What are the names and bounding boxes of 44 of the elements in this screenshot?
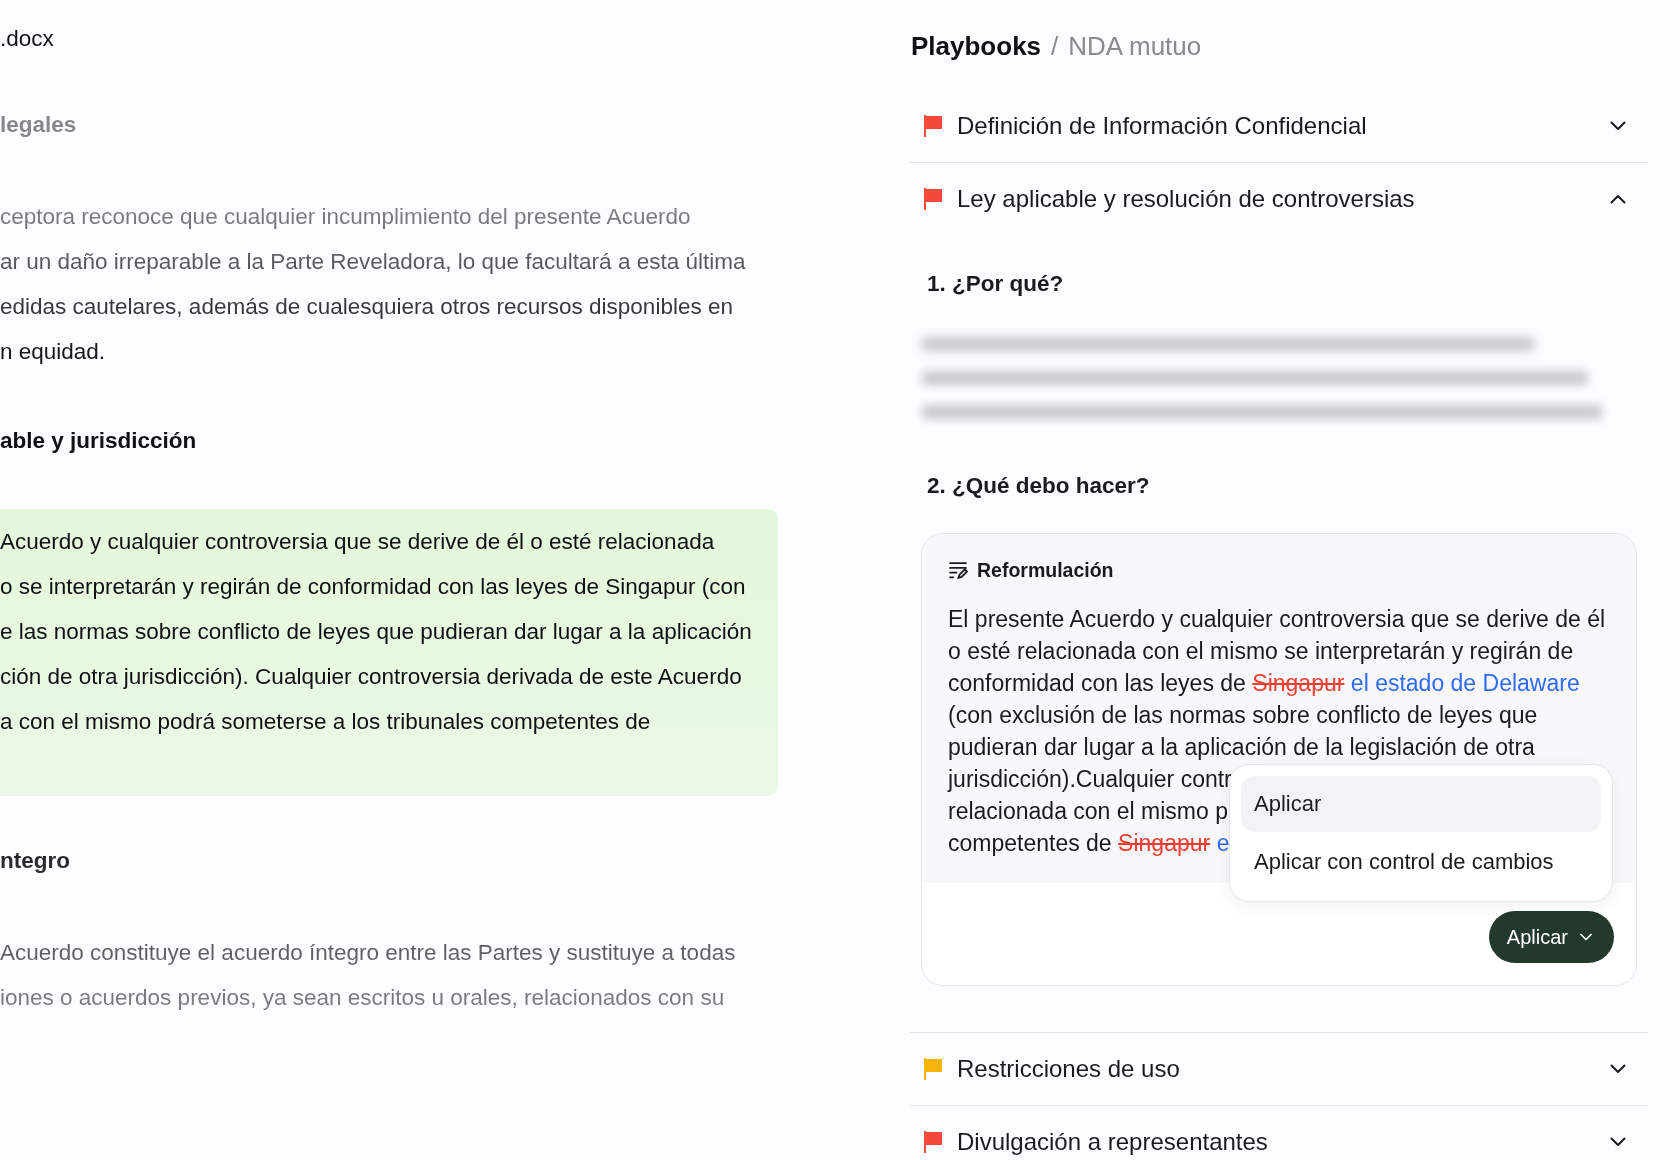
- chevron-up-icon: [1610, 194, 1626, 204]
- rewrite-line: (con exclusión de las normas sobre conflicto de leyes que: [948, 700, 1538, 730]
- document-line: o se interpretarán y regirán de conformidad con las leyes de Singapur (con: [0, 573, 746, 602]
- document-heading: legales: [0, 110, 78, 139]
- chevron-down-icon: [1610, 1063, 1626, 1074]
- document-line: Acuerdo y cualquier controversia que se derive de él o esté relacionada: [0, 528, 715, 557]
- clause-header[interactable]: Ley aplicable y resolución de controversias: [910, 163, 1648, 235]
- document-line: e las normas sobre conflicto de leyes que pudieran dar lugar a la aplicación: [0, 618, 752, 647]
- chevron-down-icon: [1610, 121, 1626, 131]
- clause-header[interactable]: Restricciones de uso: [910, 1032, 1648, 1105]
- document-line: n equidad.: [0, 337, 106, 366]
- document-line: ar un daño irreparable a la Parte Reveladora, lo que facultará a esta última: [0, 247, 746, 276]
- rewrite-line: competentes de Singapur e: [948, 828, 1230, 858]
- rewrite-line: jurisdicción).Cualquier contr: [948, 764, 1232, 794]
- rewrite-line: o esté relacionada con el mismo se interpretarán y regirán de: [948, 636, 1574, 666]
- rewrite-line: conformidad con las leyes de Singapur el estado de Delaware: [948, 668, 1580, 698]
- chevron-down-icon: [1610, 1136, 1626, 1147]
- card-label: Reformulación: [977, 557, 1114, 583]
- document-heading: able y jurisdicción: [0, 426, 198, 455]
- file-name: .docx: [0, 25, 55, 53]
- section-heading: 1. ¿Por qué?: [927, 270, 1065, 298]
- breadcrumb-link[interactable]: Playbooks: [911, 27, 1042, 66]
- clause-title: Definición de Información Confidencial: [957, 111, 1367, 141]
- document-line: edidas cautelares, además de cualesquiera otros recursos disponibles en: [0, 292, 733, 321]
- rewrite-line: El presente Acuerdo y cualquier controversia que se derive de él: [948, 604, 1606, 634]
- rewrite-line: pudieran dar lugar a la aplicación de la legislación de otra: [948, 732, 1535, 762]
- section-heading: 2. ¿Qué debo hacer?: [927, 471, 1151, 500]
- document-line: ción de otra jurisdicción). Cualquier controversia derivada de este Acuerdo: [0, 663, 742, 692]
- document-line: Acuerdo constituye el acuerdo íntegro entre las Partes y sustituye a todas: [0, 939, 736, 967]
- clause-title: Divulgación a representantes: [957, 1126, 1268, 1157]
- clause-title: Restricciones de uso: [957, 1053, 1180, 1084]
- document-heading: ntegro: [0, 847, 71, 876]
- clause-title: Ley aplicable y resolución de controversias: [957, 184, 1415, 214]
- breadcrumb-separator: /: [1051, 30, 1059, 63]
- document-line: a con el mismo podrá someterse a los tribunales competentes de: [0, 708, 651, 737]
- breadcrumb-current: NDA mutuo: [1068, 30, 1202, 63]
- apply-button[interactable]: Aplicar: [1488, 910, 1614, 963]
- rewrite-line: relacionada con el mismo p: [948, 796, 1228, 826]
- clause-header[interactable]: Definición de Información Confidencial: [910, 90, 1648, 162]
- edit-lines-icon: [948, 559, 969, 581]
- document-line: ceptora reconoce que cualquier incumplimiento del presente Acuerdo: [0, 202, 691, 231]
- menu-item[interactable]: Aplicar: [1241, 775, 1601, 832]
- document-line: iones o acuerdos previos, ya sean escritos u orales, relacionados con su: [0, 984, 725, 1012]
- clause-header[interactable]: Divulgación a representantes: [910, 1105, 1648, 1160]
